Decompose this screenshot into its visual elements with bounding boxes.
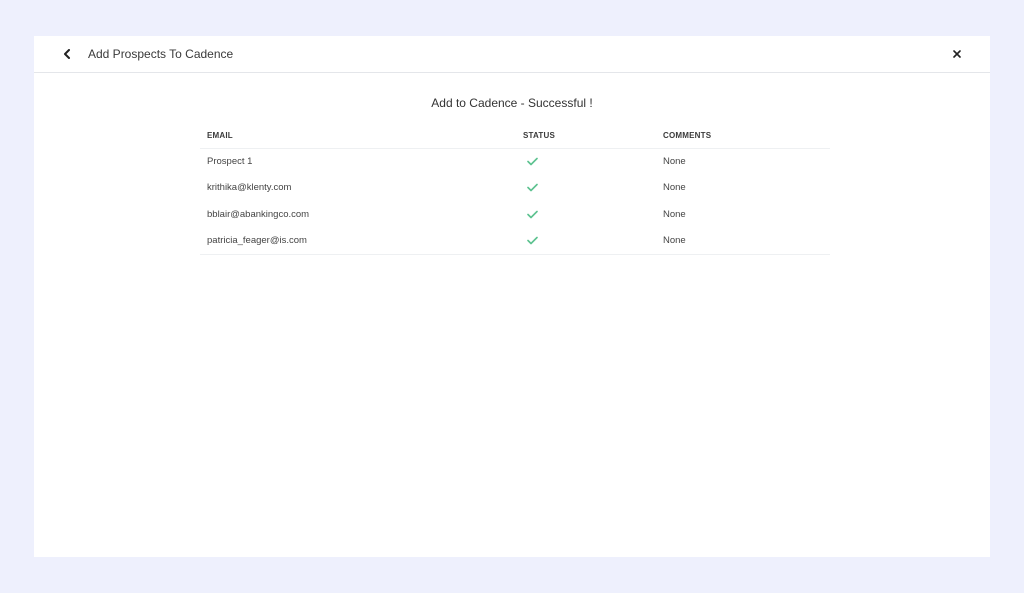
email-cell: krithika@klenty.com <box>207 182 292 194</box>
email-cell: patricia_feager@is.com <box>200 227 523 255</box>
email-cell: Prospect 1 <box>207 156 253 167</box>
comments-cell: None <box>656 227 830 255</box>
table-row: bblair@abankingco.com None <box>200 201 830 228</box>
back-button[interactable] <box>60 47 74 61</box>
status-cell <box>523 175 656 202</box>
check-icon <box>527 157 538 166</box>
email-cell: bblair@abankingco.com <box>207 208 310 220</box>
comments-cell: None <box>663 156 686 167</box>
close-icon <box>953 50 961 58</box>
result-heading: Add to Cadence - Successful ! <box>431 96 593 110</box>
column-header-status: STATUS <box>523 124 656 149</box>
check-icon <box>527 210 538 219</box>
status-cell <box>523 201 656 228</box>
modal-header: Add Prospects To Cadence <box>34 36 990 73</box>
comments-cell: None <box>663 182 686 194</box>
check-icon <box>527 183 538 192</box>
column-header-comments: COMMENTS <box>656 124 830 149</box>
table-header-row: EMAIL STATUS COMMENTS <box>200 124 830 149</box>
table-row: krithika@klenty.com None <box>200 175 830 202</box>
table-row: patricia_feager@is.com None <box>200 227 830 255</box>
table-row: Prospect 1 None <box>200 148 830 175</box>
column-header-email: EMAIL <box>200 124 523 149</box>
comments-cell: None <box>663 208 686 220</box>
chevron-left-icon <box>64 49 70 59</box>
check-icon <box>527 236 538 245</box>
modal-title: Add Prospects To Cadence <box>88 47 234 61</box>
close-button[interactable] <box>950 47 964 61</box>
add-prospects-modal: Add Prospects To Cadence Add to Cadence … <box>34 36 990 557</box>
results-table: EMAIL STATUS COMMENTS Prospect 1 None kr… <box>200 124 830 255</box>
status-cell <box>523 148 656 175</box>
status-cell <box>523 227 656 255</box>
